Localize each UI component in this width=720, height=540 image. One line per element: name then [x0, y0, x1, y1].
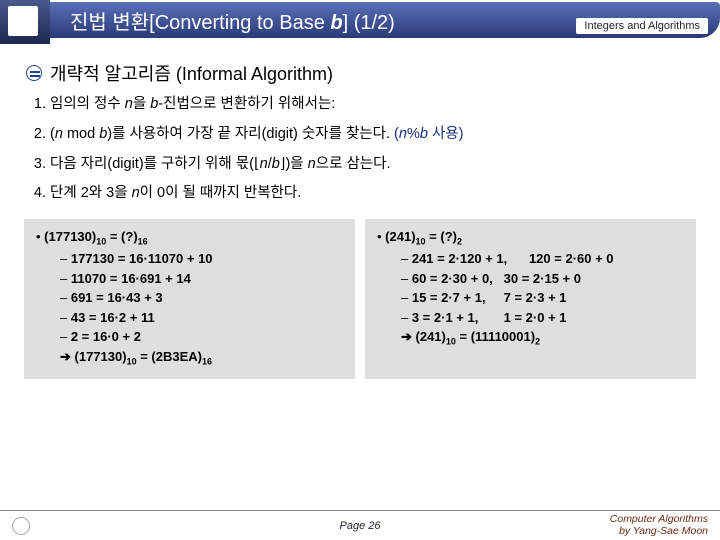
footer-left: [12, 517, 36, 535]
example-1: • (177130)10 = (?)16 177130 = 16·11070 +…: [24, 219, 355, 379]
algorithm-steps: 임의의 정수 n을 b-진법으로 변환하기 위해서는: (n mod b)를 사…: [50, 94, 700, 205]
module-label: Integers and Algorithms: [576, 18, 708, 34]
header-bar: 진법 변환[Converting to Base b] (1/2) Intege…: [0, 0, 720, 44]
ex2-result: (241)10 = (11110001)2: [401, 327, 684, 349]
credit-line-1: Computer Algorithms: [610, 513, 708, 525]
content-area: 개략적 알고리즘 (Informal Algorithm) 임의의 정수 n을 …: [0, 44, 720, 379]
ex1-l2: 11070 = 16·691 + 14: [60, 269, 343, 289]
logo-icon: [0, 0, 50, 44]
title-prefix: 진법 변환[Converting to Base: [70, 12, 330, 34]
section-title-text: 개략적 알고리즘 (Informal Algorithm): [50, 60, 333, 86]
ex2-l4: 3 = 2·1 + 1, 1 = 2·0 + 1: [401, 308, 684, 328]
step-1: 임의의 정수 n을 b-진법으로 변환하기 위해서는:: [50, 94, 700, 116]
step-3: 다음 자리(digit)를 구하기 위해 몫(⌊n/b⌋)을 n으로 삼는다.: [50, 154, 700, 176]
examples-row: • (177130)10 = (?)16 177130 = 16·11070 +…: [24, 219, 696, 379]
ex2-l1: 241 = 2·120 + 1, 120 = 2·60 + 0: [401, 249, 684, 269]
footer: Page 26 Computer Algorithms by Yang-Sae …: [0, 510, 720, 540]
ex1-result: (177130)10 = (2B3EA)16: [60, 347, 343, 369]
credit-line-2: by Yang-Sae Moon: [619, 525, 708, 537]
ex2-l2: 60 = 2·30 + 0, 30 = 2·15 + 0: [401, 269, 684, 289]
ex1-head: • (177130)10 = (?)16: [36, 227, 343, 249]
example-2: • (241)10 = (?)2 241 = 2·120 + 1, 120 = …: [365, 219, 696, 379]
title-ital: b: [330, 12, 342, 34]
step-4: 단계 2와 3을 n이 0이 될 때까지 반복한다.: [50, 183, 700, 205]
ex1-l4: 43 = 16·2 + 11: [60, 308, 343, 328]
bullet-icon: [26, 65, 42, 81]
ex2-head: • (241)10 = (?)2: [377, 227, 684, 249]
footer-credits: Computer Algorithms by Yang-Sae Moon: [610, 514, 708, 537]
page-number: Page 26: [340, 520, 381, 532]
step-2: (n mod b)를 사용하여 가장 끝 자리(digit) 숫자를 찾는다. …: [50, 124, 700, 146]
ex1-l1: 177130 = 16·11070 + 10: [60, 249, 343, 269]
ex1-l3: 691 = 16·43 + 3: [60, 288, 343, 308]
seal-icon: [12, 517, 30, 535]
ex1-l5: 2 = 16·0 + 2: [60, 327, 343, 347]
ex2-l3: 15 = 2·7 + 1, 7 = 2·3 + 1: [401, 288, 684, 308]
title-suffix: ] (1/2): [343, 12, 395, 34]
section-title: 개략적 알고리즘 (Informal Algorithm): [26, 60, 700, 86]
